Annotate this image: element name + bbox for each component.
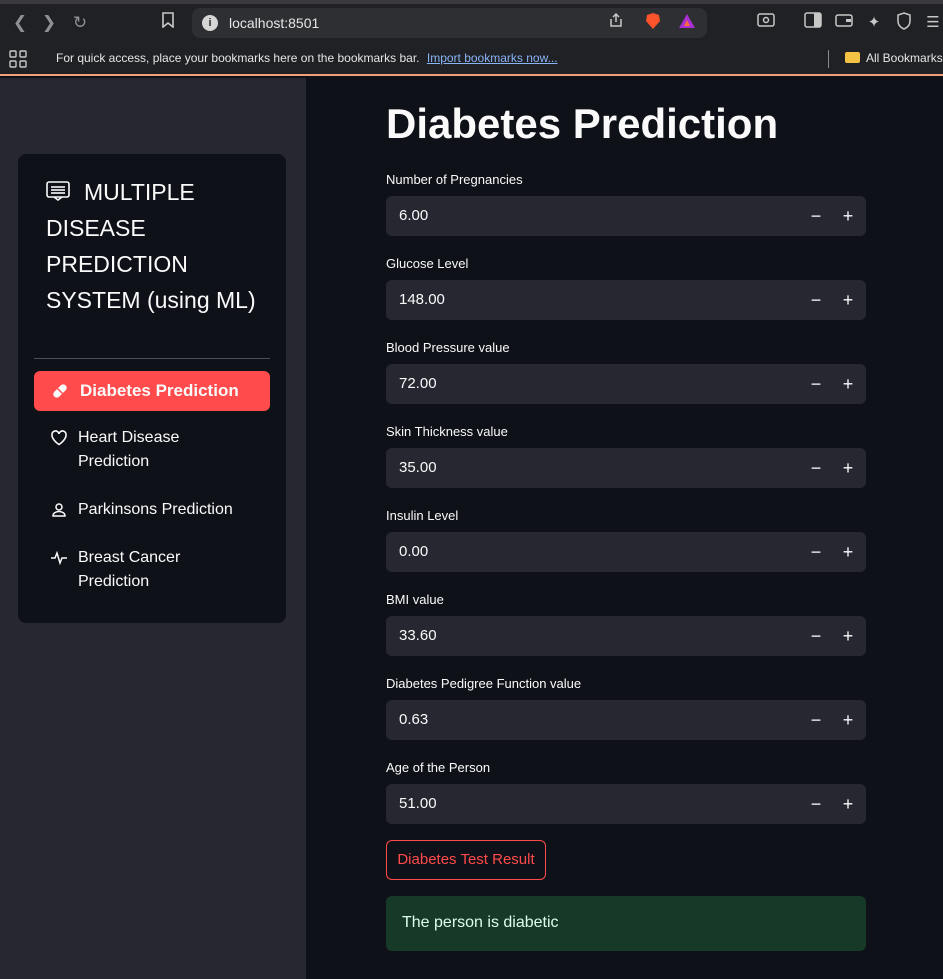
glucose-input[interactable]: 148.00 − + xyxy=(386,280,866,320)
pedigree-input[interactable]: 0.63 − + xyxy=(386,700,866,740)
increment-button[interactable]: + xyxy=(832,448,864,488)
decrement-button[interactable]: − xyxy=(800,448,832,488)
decrement-button[interactable]: − xyxy=(800,196,832,236)
share-icon[interactable] xyxy=(605,12,627,34)
pregnancies-input[interactable]: 6.00 − + xyxy=(386,196,866,236)
bookmark-icon[interactable] xyxy=(157,12,179,34)
import-bookmarks-link[interactable]: Import bookmarks now... xyxy=(427,51,558,65)
decrement-button[interactable]: − xyxy=(800,616,832,656)
menu-item-breast-cancer[interactable]: Breast Cancer Prediction xyxy=(34,546,270,594)
menu-item-parkinsons[interactable]: Parkinsons Prediction xyxy=(34,498,270,522)
field-label-glucose: Glucose Level xyxy=(386,256,469,271)
glucose-value[interactable]: 148.00 xyxy=(399,291,445,308)
increment-button[interactable]: + xyxy=(832,364,864,404)
skin-thickness-value[interactable]: 35.00 xyxy=(399,459,437,476)
screenshot-icon[interactable] xyxy=(755,12,777,34)
pregnancies-value[interactable]: 6.00 xyxy=(399,207,428,224)
all-bookmarks-button[interactable]: All Bookmarks xyxy=(845,51,943,65)
main-content: Diabetes Prediction Number of Pregnancie… xyxy=(306,78,943,979)
wallet-icon[interactable] xyxy=(833,12,855,34)
brave-shield-icon[interactable] xyxy=(642,12,664,34)
menu-icon[interactable]: ☰ xyxy=(922,12,943,34)
field-label-blood-pressure: Blood Pressure value xyxy=(386,340,510,355)
insulin-value[interactable]: 0.00 xyxy=(399,543,428,560)
result-text: The person is diabetic xyxy=(402,914,559,931)
person-icon xyxy=(52,503,66,517)
folder-icon xyxy=(845,52,860,63)
field-label-bmi: BMI value xyxy=(386,592,444,607)
pedigree-value[interactable]: 0.63 xyxy=(399,711,428,728)
apps-grid-icon[interactable] xyxy=(9,50,27,68)
menu-item-diabetes[interactable]: Diabetes Prediction xyxy=(34,371,270,411)
decrement-button[interactable]: − xyxy=(800,700,832,740)
bookmarks-bar: For quick access, place your bookmarks h… xyxy=(0,42,943,76)
bookmarks-hint-text: For quick access, place your bookmarks h… xyxy=(56,51,420,65)
brave-rewards-icon[interactable] xyxy=(676,12,698,34)
browser-toolbar: ❮ ❯ ↻ i localhost:8501 ✦ ☰ xyxy=(0,4,943,42)
decrement-button[interactable]: − xyxy=(800,280,832,320)
menu-divider xyxy=(34,358,270,359)
age-input[interactable]: 51.00 − + xyxy=(386,784,866,824)
menu-item-label: Diabetes Prediction xyxy=(80,381,239,400)
menu-title: MULTIPLE DISEASE PREDICTION SYSTEM (usin… xyxy=(46,174,276,318)
forward-icon[interactable]: ❯ xyxy=(38,12,60,34)
field-label-pedigree: Diabetes Pedigree Function value xyxy=(386,676,582,691)
age-value[interactable]: 51.00 xyxy=(399,795,437,812)
increment-button[interactable]: + xyxy=(832,784,864,824)
field-label-age: Age of the Person xyxy=(386,760,491,775)
result-alert: The person is diabetic xyxy=(386,896,866,951)
diabetes-test-result-button[interactable]: Diabetes Test Result xyxy=(386,840,546,880)
bmi-value[interactable]: 33.60 xyxy=(399,627,437,644)
increment-button[interactable]: + xyxy=(832,280,864,320)
page-title: Diabetes Prediction xyxy=(386,100,779,147)
sidebar-toggle-icon[interactable] xyxy=(802,12,824,34)
decrement-button[interactable]: − xyxy=(800,784,832,824)
increment-button[interactable]: + xyxy=(832,616,864,656)
decrement-button[interactable]: − xyxy=(800,532,832,572)
menu-item-heart-disease[interactable]: Heart Disease Prediction xyxy=(34,426,270,474)
menu-list-icon xyxy=(46,181,70,201)
back-icon[interactable]: ❮ xyxy=(9,12,31,34)
increment-button[interactable]: + xyxy=(832,196,864,236)
increment-button[interactable]: + xyxy=(832,700,864,740)
capsule-icon xyxy=(53,384,67,398)
field-label-pregnancies: Number of Pregnancies xyxy=(386,172,523,187)
field-label-skin-thickness: Skin Thickness value xyxy=(386,424,508,439)
all-bookmarks-label: All Bookmarks xyxy=(866,51,943,65)
menu-title-text: MULTIPLE DISEASE PREDICTION SYSTEM (usin… xyxy=(46,179,256,313)
heart-icon xyxy=(51,430,67,446)
bookmarks-separator xyxy=(828,50,829,68)
address-bar[interactable]: i localhost:8501 xyxy=(192,8,707,38)
skin-thickness-input[interactable]: 35.00 − + xyxy=(386,448,866,488)
site-info-icon[interactable]: i xyxy=(202,15,218,31)
bmi-input[interactable]: 33.60 − + xyxy=(386,616,866,656)
insulin-input[interactable]: 0.00 − + xyxy=(386,532,866,572)
decrement-button[interactable]: − xyxy=(800,364,832,404)
vpn-icon[interactable] xyxy=(893,12,915,34)
leo-ai-icon[interactable]: ✦ xyxy=(863,12,885,34)
increment-button[interactable]: + xyxy=(832,532,864,572)
activity-icon xyxy=(51,550,67,566)
bookmarks-hint: For quick access, place your bookmarks h… xyxy=(56,51,558,65)
menu-item-label: Breast Cancer Prediction xyxy=(78,549,181,590)
reload-icon[interactable]: ↻ xyxy=(69,12,91,34)
url-text: localhost:8501 xyxy=(229,15,320,31)
menu-item-label: Heart Disease Prediction xyxy=(78,429,180,470)
option-menu: MULTIPLE DISEASE PREDICTION SYSTEM (usin… xyxy=(18,154,286,623)
field-label-insulin: Insulin Level xyxy=(386,508,459,523)
blood-pressure-input[interactable]: 72.00 − + xyxy=(386,364,866,404)
sidebar: MULTIPLE DISEASE PREDICTION SYSTEM (usin… xyxy=(0,78,306,979)
menu-item-label: Parkinsons Prediction xyxy=(78,501,233,518)
blood-pressure-value[interactable]: 72.00 xyxy=(399,375,437,392)
